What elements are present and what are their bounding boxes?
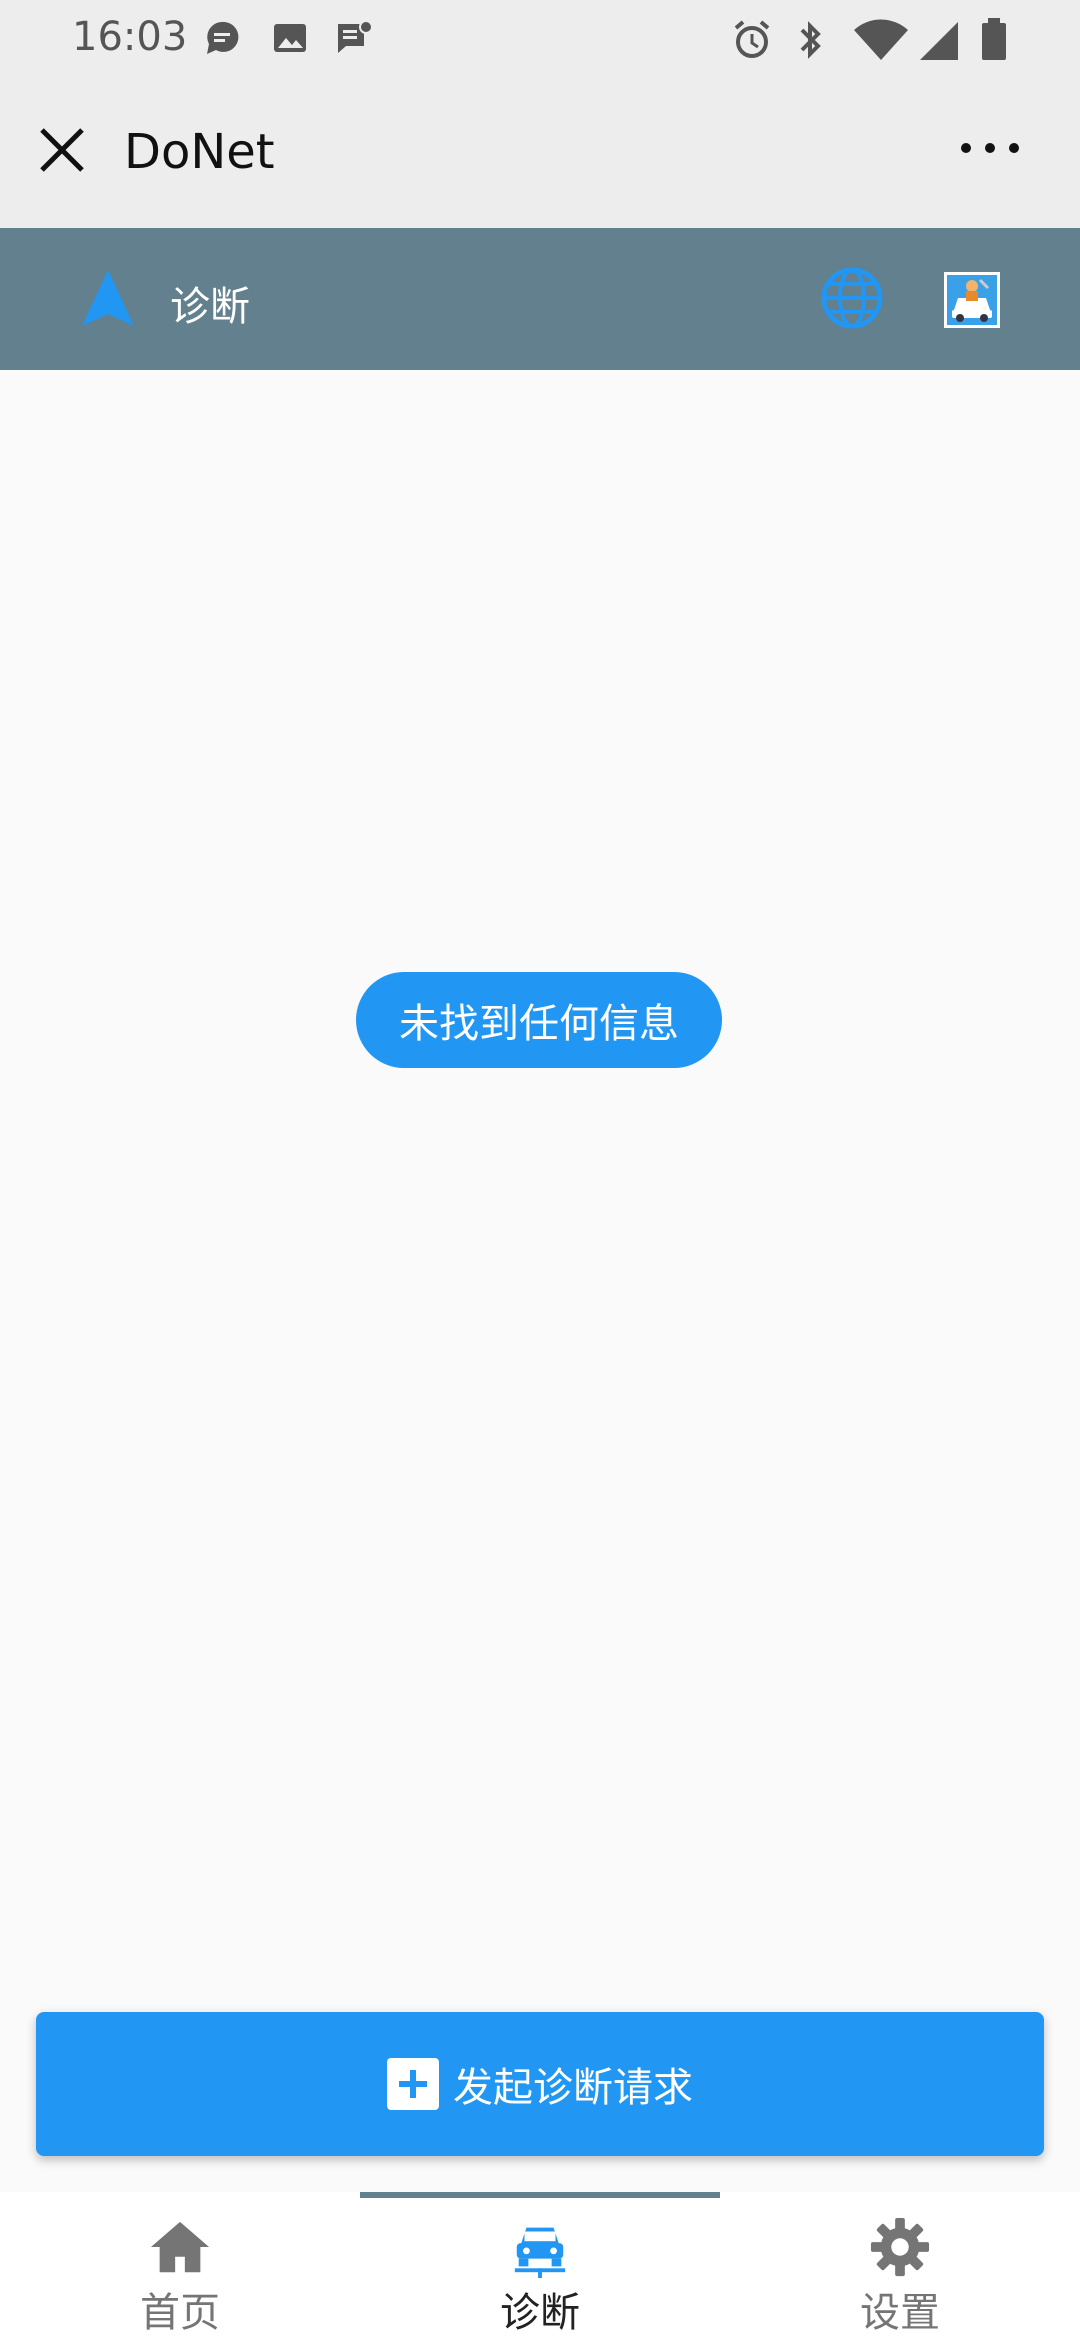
wifi-icon (854, 19, 908, 60)
status-bar: 16:03 (0, 0, 1080, 80)
nav-tab-settings[interactable]: 设置 (720, 2202, 1080, 2338)
image-icon (274, 24, 306, 52)
app-bar: DoNet (0, 80, 1080, 228)
chat-bubble-icon (207, 21, 239, 55)
plus-icon (387, 2058, 439, 2110)
nav-label-settings: 设置 (860, 2290, 940, 2336)
car-repair-icon[interactable] (944, 272, 1000, 328)
section-title: 诊断 (170, 284, 250, 330)
message-icon (338, 20, 373, 53)
gear-icon (870, 2217, 930, 2277)
app-title: DoNet (124, 124, 275, 180)
start-diagnosis-button[interactable]: 发起诊断请求 (36, 2012, 1044, 2156)
bottom-nav: 首页 诊断 设置 (0, 2192, 1080, 2340)
alarm-icon (734, 20, 770, 58)
section-header: 诊断 (0, 228, 1080, 370)
empty-state-message: 未找到任何信息 (356, 972, 722, 1068)
car-icon (514, 2227, 566, 2278)
nav-label-diagnosis: 诊断 (500, 2290, 580, 2336)
nav-tab-home[interactable]: 首页 (0, 2202, 360, 2338)
battery-icon (982, 18, 1006, 60)
home-icon (150, 2221, 210, 2273)
navigation-arrow-icon (82, 270, 134, 326)
signal-icon (920, 22, 958, 60)
start-diagnosis-label: 发起诊断请求 (453, 2065, 693, 2111)
more-dots-icon[interactable] (958, 132, 1022, 164)
status-time: 16:03 (72, 14, 188, 60)
bluetooth-icon (800, 21, 821, 59)
active-tab-indicator (360, 2192, 720, 2198)
close-icon[interactable] (34, 122, 90, 178)
nav-tab-diagnosis[interactable]: 诊断 (360, 2202, 720, 2338)
globe-icon[interactable] (820, 266, 884, 330)
nav-label-home: 首页 (140, 2290, 220, 2336)
